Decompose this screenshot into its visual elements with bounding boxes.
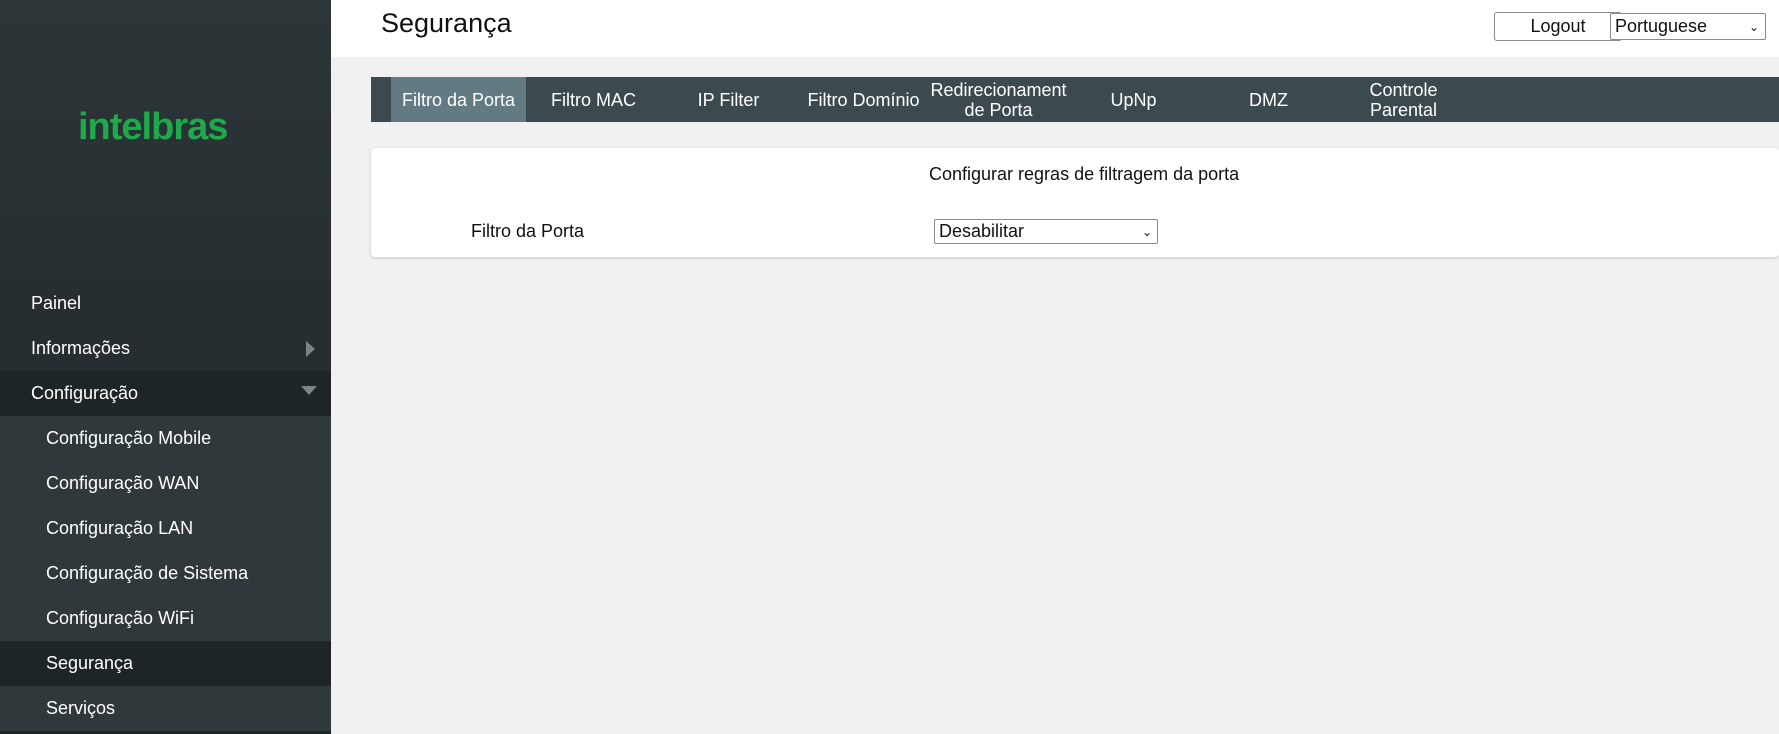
tab-controle-parental[interactable]: Controle Parental [1336,77,1471,122]
language-select-value: Portuguese [1615,16,1708,36]
chevron-down-icon: ⌄ [1141,225,1152,239]
tab-bar: Filtro da Porta Filtro MAC IP Filter Fil… [371,77,1779,122]
sidebar-subitem-label: Configuração WiFi [46,608,195,628]
port-filter-select[interactable]: Desabilitar ⌄ [934,219,1158,244]
tab-ip-filter[interactable]: IP Filter [661,77,796,122]
tab-redirecionamento-de-porta[interactable]: Redirecionament de Porta [930,77,1066,122]
sidebar-subitem-label: Configuração LAN [46,518,194,538]
sidebar-item-label: Informações [31,338,131,358]
sidebar: intelbras Painel Informações Configuraçã… [0,0,331,734]
tab-filtro-da-porta[interactable]: Filtro da Porta [391,77,526,122]
port-filter-card: Configurar regras de filtragem da porta … [371,148,1779,257]
sidebar-subitem-mobile[interactable]: Configuração Mobile [0,416,331,461]
page-title: Segurança [381,8,512,38]
sidebar-subitem-label: Configuração de Sistema [46,563,249,583]
chevron-right-icon [306,340,315,357]
sidebar-subitem-wifi[interactable]: Configuração WiFi [0,596,331,641]
sidebar-item-informacoes[interactable]: Informações [0,326,331,371]
sidebar-item-label: Painel [31,293,82,313]
port-filter-select-value: Desabilitar [939,221,1025,241]
sidebar-subitem-lan[interactable]: Configuração LAN [0,506,331,551]
card-title: Configurar regras de filtragem da porta [929,164,1240,184]
sidebar-subitem-label: Serviços [46,698,116,718]
chevron-down-icon: ⌄ [1748,20,1759,34]
tab-upnp[interactable]: UpNp [1066,77,1201,122]
tab-dmz[interactable]: DMZ [1201,77,1336,122]
sidebar-item-configuracao[interactable]: Configuração [0,371,331,416]
sidebar-subitem-label: Configuração WAN [46,473,200,493]
port-filter-label: Filtro da Porta [471,221,585,241]
sidebar-item-label: Configuração [31,383,139,403]
sidebar-subitem-label: Configuração Mobile [46,428,212,448]
sidebar-subitem-seguranca[interactable]: Segurança [0,641,331,686]
logo-area: intelbras [0,0,331,281]
tab-filtro-dominio[interactable]: Filtro Domínio [796,77,931,122]
chevron-down-icon [301,385,317,395]
sidebar-item-painel[interactable]: Painel [0,281,331,326]
sidebar-subitem-servicos[interactable]: Serviços [0,686,331,731]
logout-button[interactable]: Logout [1494,12,1622,41]
sidebar-subitem-wan[interactable]: Configuração WAN [0,461,331,506]
language-select[interactable]: Portuguese ⌄ [1610,13,1766,40]
intelbras-logo: intelbras [78,106,228,148]
header: Segurança Logout Portuguese ⌄ [331,0,1779,57]
sidebar-subitem-sistema[interactable]: Configuração de Sistema [0,551,331,596]
tab-filtro-mac[interactable]: Filtro MAC [526,77,661,122]
sidebar-subitem-label: Segurança [46,653,134,673]
